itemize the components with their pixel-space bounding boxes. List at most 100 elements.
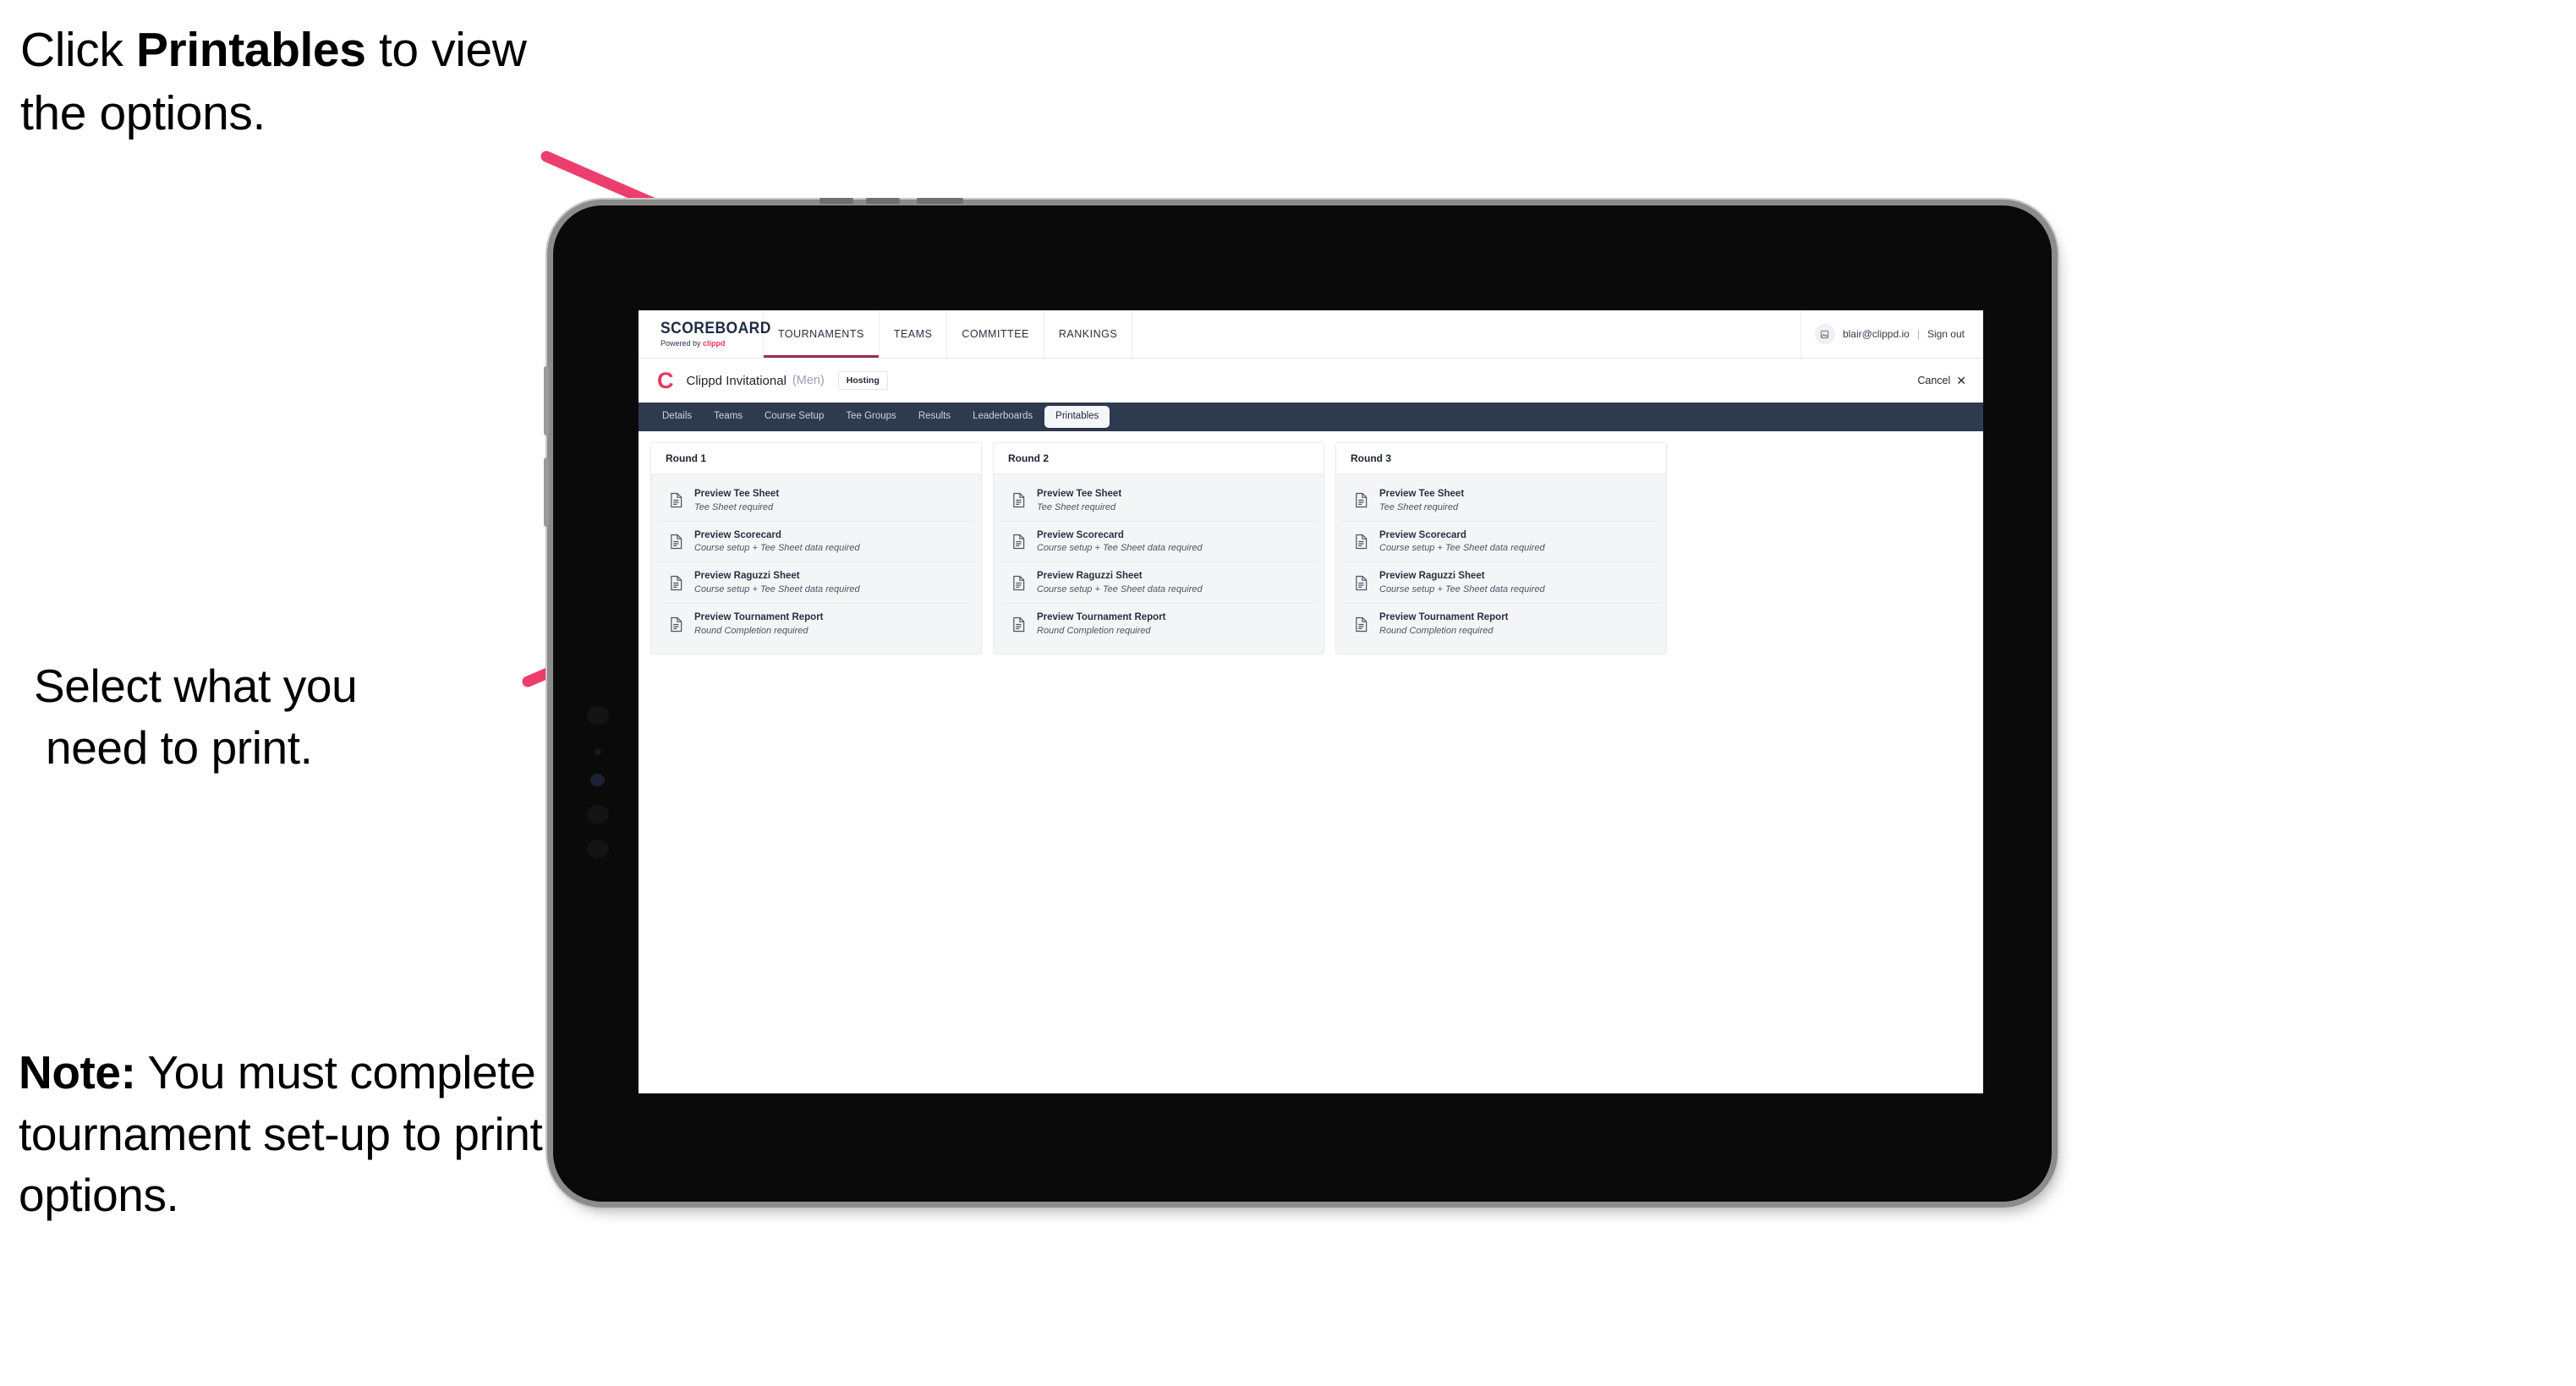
tab-label: Printables [1055, 411, 1099, 422]
document-icon [1013, 575, 1025, 590]
depth-sensor-icon [590, 774, 605, 786]
tab-label: Course Setup [765, 411, 825, 422]
round-column: Round 3 Preview Tee Sheet Tee Sheet requ… [1335, 442, 1667, 655]
clippd-logo-icon: C [657, 367, 673, 393]
list-item-text: Preview Scorecard Course setup + Tee She… [694, 530, 860, 554]
document-icon [1356, 493, 1367, 508]
list-item-text: Preview Raguzzi Sheet Course setup + Tee… [1037, 571, 1203, 594]
annotation-select-line1: Select what you [34, 660, 358, 712]
tab-printables[interactable]: Printables [1044, 406, 1110, 428]
brand-tagline-clippd: clippd [703, 339, 726, 348]
tab-label: Leaderboards [973, 411, 1033, 422]
list-item-title: Preview Scorecard [1037, 529, 1124, 540]
dot-projector-icon [587, 840, 609, 858]
topnav-label: RANKINGS [1058, 328, 1118, 340]
list-item-subtitle: Course setup + Tee Sheet data required [1379, 543, 1545, 554]
list-item-text: Preview Tournament Report Round Completi… [1037, 612, 1166, 636]
cancel-label: Cancel [1917, 375, 1951, 386]
tournament-header: C Clippd Invitational (Men) Hosting Canc… [639, 359, 1983, 403]
list-item-text: Preview Tee Sheet Tee Sheet required [694, 489, 779, 512]
tab-label: Tee Groups [846, 411, 896, 422]
round-title: Round 3 [1336, 443, 1666, 474]
list-item-title: Preview Raguzzi Sheet [1379, 571, 1485, 582]
list-item[interactable]: Preview Scorecard Course setup + Tee She… [658, 521, 974, 563]
list-item[interactable]: Preview Tee Sheet Tee Sheet required [1000, 480, 1317, 522]
list-item-title: Preview Scorecard [1379, 529, 1466, 540]
document-icon [1013, 534, 1025, 550]
list-item-text: Preview Scorecard Course setup + Tee She… [1379, 530, 1545, 554]
tab-tee-groups[interactable]: Tee Groups [836, 407, 906, 427]
volume-up-button[interactable] [544, 366, 549, 436]
topnav-item-teams[interactable]: TEAMS [880, 310, 948, 358]
list-item[interactable]: Preview Tee Sheet Tee Sheet required [1343, 480, 1659, 522]
user-separator: | [1916, 328, 1920, 340]
topnav-item-committee[interactable]: COMMITTEE [947, 310, 1044, 358]
avatar[interactable] [1814, 324, 1835, 344]
tab-leaderboards[interactable]: Leaderboards [962, 407, 1043, 427]
annotation-note-bold: Note: [19, 1046, 136, 1098]
tab-details[interactable]: Details [652, 407, 702, 427]
document-icon [1356, 616, 1367, 632]
round-title: Round 2 [994, 443, 1324, 474]
annotation-click-printables: Click Printables to view the options. [20, 19, 578, 145]
brand-wordmark: SCOREBOARD [660, 320, 771, 337]
list-item[interactable]: Preview Tee Sheet Tee Sheet required [658, 480, 974, 522]
list-item[interactable]: Preview Raguzzi Sheet Course setup + Tee… [1343, 562, 1659, 605]
list-item-text: Preview Tee Sheet Tee Sheet required [1379, 489, 1464, 512]
list-item-subtitle: Round Completion required [1379, 625, 1494, 636]
annotation-select-print: Select what you need to print. [34, 655, 558, 778]
list-item-text: Preview Raguzzi Sheet Course setup + Tee… [694, 571, 860, 594]
tab-results[interactable]: Results [908, 407, 961, 427]
round-items-list: Preview Tee Sheet Tee Sheet required Pre… [994, 474, 1324, 654]
document-icon [671, 616, 682, 632]
tab-teams[interactable]: Teams [704, 407, 753, 427]
topnav-item-rankings[interactable]: RANKINGS [1044, 310, 1133, 358]
brand-tagline: Powered by clippd [660, 339, 763, 348]
list-item-subtitle: Course setup + Tee Sheet data required [694, 543, 860, 554]
list-item-title: Preview Tournament Report [1037, 612, 1166, 623]
list-item-title: Preview Tournament Report [1379, 612, 1509, 623]
user-account-area: blair@clippd.io | Sign out [1801, 310, 1983, 358]
list-item-text: Preview Tournament Report Round Completi… [694, 612, 824, 636]
list-item-title: Preview Scorecard [694, 529, 781, 540]
list-item-title: Preview Raguzzi Sheet [694, 571, 800, 582]
list-item-text: Preview Raguzzi Sheet Course setup + Tee… [1379, 571, 1545, 594]
list-item[interactable]: Preview Tournament Report Round Completi… [1000, 604, 1317, 644]
document-icon [1013, 493, 1025, 508]
list-item[interactable]: Preview Scorecard Course setup + Tee She… [1343, 521, 1659, 563]
list-item-subtitle: Course setup + Tee Sheet data required [694, 584, 860, 595]
tablet-top-notch [917, 198, 963, 204]
user-avatar-icon [1821, 330, 1829, 338]
list-item[interactable]: Preview Tournament Report Round Completi… [658, 604, 974, 644]
tab-label: Teams [714, 411, 743, 422]
list-item-subtitle: Tee Sheet required [1037, 501, 1116, 512]
front-camera-icon [587, 706, 609, 725]
list-item-subtitle: Course setup + Tee Sheet data required [1037, 584, 1203, 595]
document-icon [671, 575, 682, 590]
status-badge: Hosting [837, 370, 888, 391]
topnav-spacer [1132, 310, 1801, 358]
annotation-click-pre: Click [20, 23, 136, 77]
tournament-name: Clippd Invitational [686, 373, 787, 388]
topnav-label: TEAMS [893, 328, 933, 340]
list-item-subtitle: Tee Sheet required [1379, 501, 1459, 512]
volume-down-button[interactable] [544, 457, 549, 527]
list-item[interactable]: Preview Raguzzi Sheet Course setup + Tee… [1000, 562, 1317, 605]
top-navigation-bar: SCOREBOARD Powered by clippd TOURNAMENTS… [639, 310, 1983, 359]
list-item[interactable]: Preview Scorecard Course setup + Tee She… [1000, 521, 1317, 563]
list-item-text: Preview Tournament Report Round Completi… [1379, 612, 1509, 636]
cancel-button[interactable]: Cancel ✕ [1917, 375, 1966, 386]
tablet-top-notch [819, 198, 853, 204]
topnav-item-tournaments[interactable]: TOURNAMENTS [764, 310, 880, 358]
list-item[interactable]: Preview Tournament Report Round Completi… [1343, 604, 1659, 644]
user-email: blair@clippd.io [1842, 328, 1910, 340]
ir-camera-icon [587, 805, 609, 824]
list-item[interactable]: Preview Raguzzi Sheet Course setup + Tee… [658, 562, 974, 605]
tab-label: Details [662, 411, 693, 422]
tab-course-setup[interactable]: Course Setup [754, 407, 834, 427]
list-item-title: Preview Raguzzi Sheet [1037, 571, 1143, 582]
list-item-title: Preview Tournament Report [694, 612, 824, 623]
annotation-select-line2: need to print. [46, 720, 313, 774]
sign-out-link[interactable]: Sign out [1927, 328, 1965, 340]
scoreboard-logo[interactable]: SCOREBOARD Powered by clippd [639, 310, 771, 358]
